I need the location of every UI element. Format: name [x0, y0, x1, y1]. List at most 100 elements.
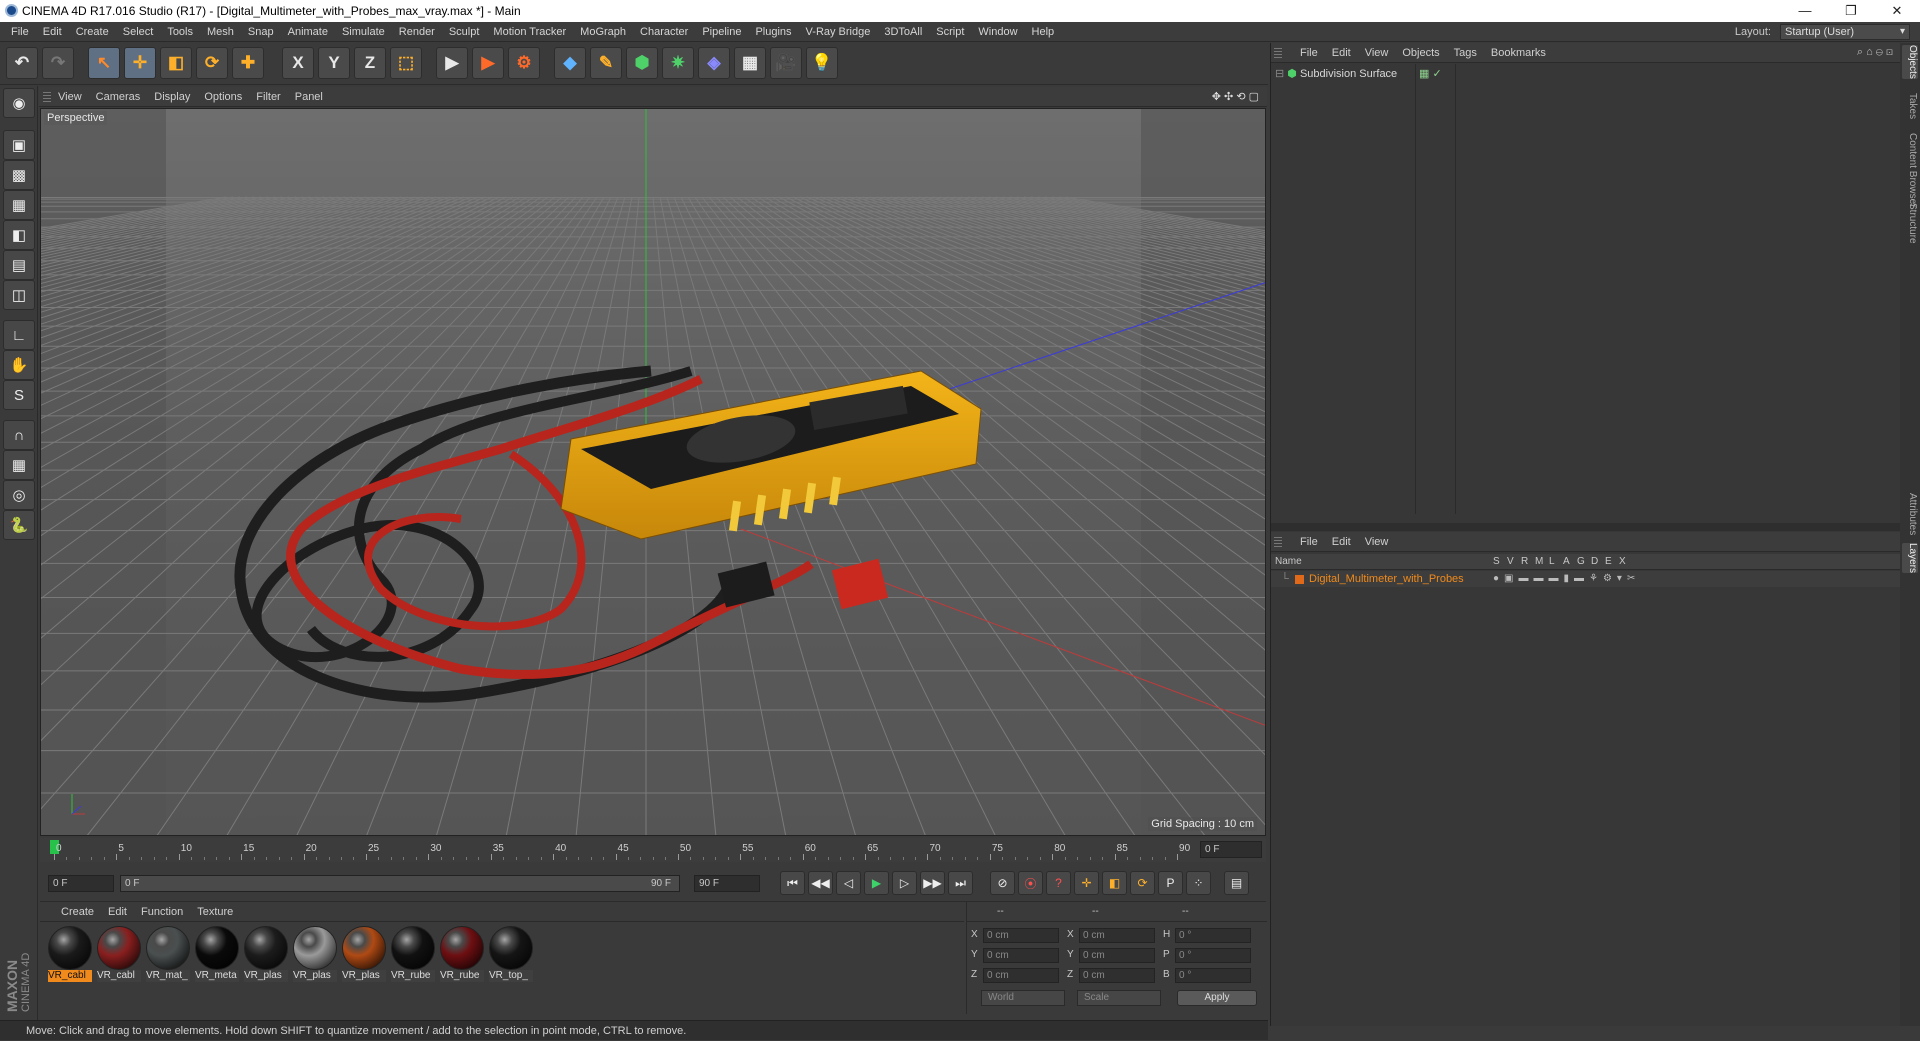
go-to-start-button[interactable]: ⏮: [780, 871, 805, 895]
animate-workplane-button[interactable]: ◎: [3, 480, 35, 510]
create-tool-button[interactable]: ✚: [232, 47, 264, 79]
coordinate-mode-dropdown[interactable]: Scale: [1077, 990, 1161, 1006]
layer-menu-file[interactable]: File: [1293, 532, 1325, 552]
material-swatch[interactable]: VR_plas: [293, 926, 337, 982]
side-tab-attributes[interactable]: Attributes: [1902, 493, 1918, 535]
scale-key-button[interactable]: ◧: [1102, 871, 1127, 895]
close-button[interactable]: ✕: [1874, 0, 1920, 22]
position-field[interactable]: 0 cm: [983, 968, 1059, 983]
menu-window[interactable]: Window: [971, 22, 1024, 42]
cube-primitive-button[interactable]: ◆: [554, 47, 586, 79]
array-button[interactable]: ✷: [662, 47, 694, 79]
layer-toggle-icons[interactable]: ●▣▬▬▬▮▬⚘⚙▾✂: [1493, 571, 1640, 587]
material-swatch[interactable]: VR_plas: [342, 926, 386, 982]
floor-button[interactable]: ▦: [734, 47, 766, 79]
layout-dropdown[interactable]: Startup (User): [1780, 24, 1910, 40]
menu-motion-tracker[interactable]: Motion Tracker: [486, 22, 573, 42]
layer-column-m[interactable]: M: [1535, 554, 1543, 570]
material-swatch[interactable]: VR_rube: [391, 926, 435, 982]
layer-column-x[interactable]: X: [1619, 554, 1626, 570]
size-field[interactable]: 0 cm: [1079, 968, 1155, 983]
object-menu-bookmarks[interactable]: Bookmarks: [1484, 43, 1553, 63]
param-key-button[interactable]: P: [1158, 871, 1183, 895]
snapping-button[interactable]: S: [3, 380, 35, 410]
object-menu-tags[interactable]: Tags: [1447, 43, 1484, 63]
layer-column-e[interactable]: E: [1605, 554, 1612, 570]
rotate-key-button[interactable]: ⟳: [1130, 871, 1155, 895]
viewport-grip-icon[interactable]: [43, 92, 51, 102]
panel-grip-icon[interactable]: [1274, 48, 1282, 58]
menu-3dtoall[interactable]: 3DToAll: [877, 22, 929, 42]
lock-workplane-button[interactable]: ▦: [3, 450, 35, 480]
render-picture-button[interactable]: ▶: [472, 47, 504, 79]
layer-menu-edit[interactable]: Edit: [1325, 532, 1358, 552]
position-field[interactable]: 0 cm: [983, 928, 1059, 943]
preview-range-slider[interactable]: 0 F 90 F: [120, 875, 680, 892]
menu-tools[interactable]: Tools: [160, 22, 200, 42]
menu-script[interactable]: Script: [929, 22, 971, 42]
menu-animate[interactable]: Animate: [281, 22, 335, 42]
restore-button[interactable]: ❐: [1828, 0, 1874, 22]
layer-row[interactable]: └ Digital_Multimeter_with_Probes ●▣▬▬▬▮▬…: [1271, 571, 1901, 587]
layer-menu-view[interactable]: View: [1358, 532, 1396, 552]
move-key-button[interactable]: ✛: [1074, 871, 1099, 895]
side-tab-objects[interactable]: Objects: [1902, 45, 1918, 79]
object-manager-search-icon[interactable]: ⌕ ⌂ ⊖ ⊡: [1857, 46, 1893, 59]
material-menu-function[interactable]: Function: [134, 902, 190, 922]
object-visibility-check-icon[interactable]: ▦ ✓: [1419, 67, 1442, 80]
size-field[interactable]: 0 cm: [1079, 928, 1155, 943]
object-menu-file[interactable]: File: [1293, 43, 1325, 63]
layer-column-l[interactable]: L: [1549, 554, 1555, 570]
material-swatch[interactable]: VR_meta: [195, 926, 239, 982]
autokey-button[interactable]: ?: [1046, 871, 1071, 895]
material-swatch[interactable]: VR_rube: [440, 926, 484, 982]
menu-simulate[interactable]: Simulate: [335, 22, 392, 42]
object-menu-edit[interactable]: Edit: [1325, 43, 1358, 63]
material-swatch[interactable]: VR_cabl: [48, 926, 92, 982]
menu-v-ray-bridge[interactable]: V-Ray Bridge: [799, 22, 878, 42]
go-to-end-button[interactable]: ⏭: [948, 871, 973, 895]
position-field[interactable]: 0 cm: [983, 948, 1059, 963]
layer-name[interactable]: Digital_Multimeter_with_Probes: [1309, 571, 1464, 587]
menu-edit[interactable]: Edit: [36, 22, 69, 42]
apply-button[interactable]: Apply: [1177, 990, 1257, 1006]
layer-column-name[interactable]: Name: [1275, 554, 1302, 570]
material-swatch[interactable]: VR_mat_: [146, 926, 190, 982]
subdivision-button[interactable]: ⬢: [626, 47, 658, 79]
minimize-button[interactable]: —: [1782, 0, 1828, 22]
deformer-button[interactable]: ◈: [698, 47, 730, 79]
x-axis-button[interactable]: X: [282, 47, 314, 79]
end-frame-field[interactable]: 90 F: [694, 875, 760, 892]
panel-grip-icon-2[interactable]: [1274, 537, 1282, 547]
rotate-tool-button[interactable]: ⟳: [196, 47, 228, 79]
select-tool-button[interactable]: ↖: [88, 47, 120, 79]
model-mode-button[interactable]: ▣: [3, 130, 35, 160]
timeline-window-button[interactable]: ▤: [1224, 871, 1249, 895]
current-frame-field[interactable]: 0 F: [1200, 841, 1262, 858]
menu-plugins[interactable]: Plugins: [748, 22, 798, 42]
next-key-button[interactable]: ▶▶: [920, 871, 945, 895]
side-tab-takes[interactable]: Takes: [1902, 93, 1918, 119]
menu-mograph[interactable]: MoGraph: [573, 22, 633, 42]
material-swatch[interactable]: VR_plas: [244, 926, 288, 982]
object-menu-objects[interactable]: Objects: [1395, 43, 1446, 63]
side-tab-layers[interactable]: Layers: [1902, 543, 1918, 574]
previous-frame-button[interactable]: ◁: [836, 871, 861, 895]
object-manager-tree[interactable]: ⊟ ⬢ Subdivision Surface ▦ ✓: [1271, 64, 1901, 514]
redo-button[interactable]: ↷: [42, 47, 74, 79]
previous-key-button[interactable]: ◀◀: [808, 871, 833, 895]
polygons-mode-button[interactable]: ◫: [3, 280, 35, 310]
timeline[interactable]: 0 5 10 15 20 25 30 35 40 45 50 55 60 65 70 75 80 85 90 0 F: [40, 838, 1266, 862]
magnet-button[interactable]: ∩: [3, 420, 35, 450]
menu-sculpt[interactable]: Sculpt: [442, 22, 487, 42]
light-button[interactable]: 💡: [806, 47, 838, 79]
rotation-field[interactable]: 0 °: [1175, 948, 1251, 963]
menu-create[interactable]: Create: [69, 22, 116, 42]
render-view-button[interactable]: ▶: [436, 47, 468, 79]
pen-spline-button[interactable]: ✎: [590, 47, 622, 79]
scale-tool-button[interactable]: ◧: [160, 47, 192, 79]
side-tab-content-browser[interactable]: Content Browser: [1902, 133, 1918, 207]
next-frame-button[interactable]: ▷: [892, 871, 917, 895]
layer-column-v[interactable]: V: [1507, 554, 1514, 570]
rotation-field[interactable]: 0 °: [1175, 968, 1251, 983]
